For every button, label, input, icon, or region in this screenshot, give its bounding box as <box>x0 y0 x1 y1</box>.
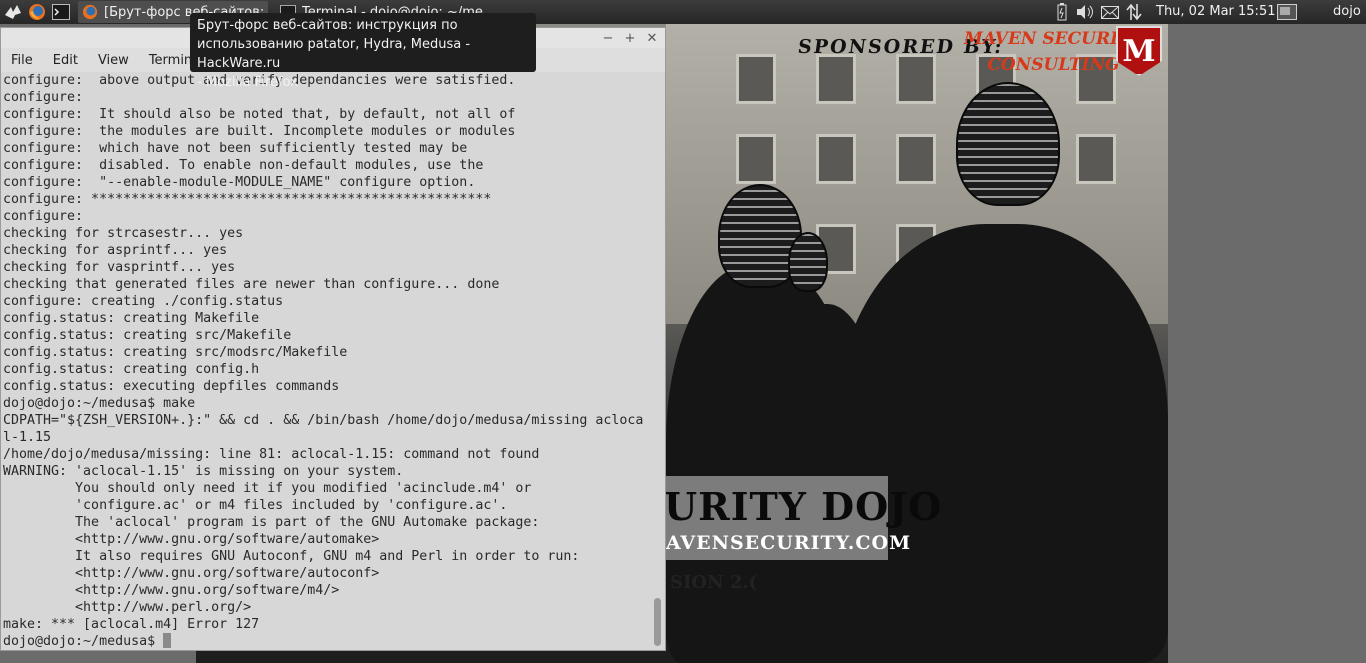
building-window <box>816 134 856 184</box>
terminal-line: checking for strcasestr... yes <box>3 226 244 241</box>
terminal-icon[interactable] <box>50 2 72 22</box>
terminal-output[interactable]: configure: above output and verify depen… <box>3 72 653 650</box>
terminal-line: WARNING: 'aclocal-1.15' is missing on yo… <box>3 464 404 479</box>
terminal-line: It also requires GNU Autoconf, GNU m4 an… <box>3 549 580 564</box>
dojo-banner: URITY DOJO AVENSECURITY.COM <box>662 476 941 560</box>
terminal-line: CDPATH="${ZSH_VERSION+.}:" && cd . && /b… <box>3 413 644 428</box>
terminal-line: <http://www.gnu.org/software/automake> <box>3 532 380 547</box>
terminal-line: l-1.15 <box>3 430 52 445</box>
menu-edit[interactable]: Edit <box>43 53 88 68</box>
terminal-line: config.status: creating src/modsrc/Makef… <box>3 345 348 360</box>
terminal-line: config.status: executing depfiles comman… <box>3 379 340 394</box>
tooltip-line: использованию patator, Hydra, Medusa - H… <box>197 37 471 71</box>
terminal-line: configure: the modules are built. Incomp… <box>3 124 516 139</box>
terminal-line: <http://www.gnu.org/software/m4/> <box>3 583 340 598</box>
terminal-line: checking for vasprintf... yes <box>3 260 236 275</box>
terminal-line: config.status: creating src/Makefile <box>3 328 292 343</box>
terminal-line: make: *** [aclocal.m4] Error 127 <box>3 617 260 632</box>
building-window <box>736 134 776 184</box>
tooltip-line: Брут-форс веб-сайтов: инструкция по <box>197 18 458 33</box>
close-icon[interactable]: ✕ <box>643 29 661 47</box>
terminal-line: configure: creating ./config.status <box>3 294 284 309</box>
terminal-window[interactable]: − + ✕ File Edit View Terminal configure:… <box>0 27 666 651</box>
building-window <box>896 54 936 104</box>
workspace-icon[interactable] <box>1276 2 1298 22</box>
terminal-line: config.status: creating Makefile <box>3 311 260 326</box>
building-window <box>896 134 936 184</box>
terminal-scrollbar[interactable] <box>654 598 661 646</box>
kendo-mask <box>788 232 828 292</box>
building-window <box>736 54 776 104</box>
battery-icon[interactable] <box>1054 2 1070 22</box>
panel-username[interactable]: dojo <box>1333 4 1361 19</box>
dojo-url: AVENSECURITY.COM <box>666 532 912 554</box>
terminal-line: The 'aclocal' program is part of the GNU… <box>3 515 540 530</box>
terminal-line: configure: "--enable-module-MODULE_NAME"… <box>3 175 476 190</box>
menu-file[interactable]: File <box>1 53 43 68</box>
mail-icon[interactable] <box>1100 2 1120 22</box>
taskbar-tooltip: Брут-форс веб-сайтов: инструкция по испо… <box>190 13 536 90</box>
shell-prompt: dojo@dojo:~/medusa$ <box>3 634 164 649</box>
firefox-task-icon <box>82 4 98 20</box>
terminal-line: <http://www.perl.org/> <box>3 600 252 615</box>
terminal-line: configure: <box>3 209 84 224</box>
tooltip-line: - Mozilla Firefox <box>197 75 298 90</box>
dojo-title: URITY DOJO <box>664 484 943 529</box>
terminal-line: configure: which have not been sufficien… <box>3 141 468 156</box>
menu-bird-icon[interactable] <box>2 2 24 22</box>
firefox-icon[interactable] <box>26 2 48 22</box>
dojo-version: SION 2.( <box>670 572 758 593</box>
text-cursor <box>163 633 172 648</box>
building-window <box>1076 134 1116 184</box>
terminal-line: You should only need it if you modified … <box>3 481 532 496</box>
terminal-line: 'configure.ac' or m4 files included by '… <box>3 498 508 513</box>
kendo-mask <box>956 82 1060 206</box>
terminal-line: config.status: creating config.h <box>3 362 260 377</box>
terminal-prompt-line[interactable]: dojo@dojo:~/medusa$ <box>3 633 653 650</box>
network-icon[interactable] <box>1124 2 1144 22</box>
terminal-line: configure: *****************************… <box>3 192 492 207</box>
terminal-line: checking for asprintf... yes <box>3 243 228 258</box>
terminal-line: checking that generated files are newer … <box>3 277 500 292</box>
volume-icon[interactable] <box>1074 2 1096 22</box>
terminal-line: configure: disabled. To enable non-defau… <box>3 158 484 173</box>
terminal-line: dojo@dojo:~/medusa$ make <box>3 396 196 411</box>
terminal-line: /home/dojo/medusa/missing: line 81: aclo… <box>3 447 540 462</box>
minimize-icon[interactable]: − <box>599 29 617 47</box>
panel-clock[interactable]: Thu, 02 Mar 15:51 <box>1156 4 1275 19</box>
building-window <box>816 54 856 104</box>
menu-view[interactable]: View <box>88 53 139 68</box>
terminal-line: configure: It should also be noted that,… <box>3 107 516 122</box>
terminal-line: <http://www.gnu.org/software/autoconf> <box>3 566 380 581</box>
maximize-icon[interactable]: + <box>621 29 639 47</box>
